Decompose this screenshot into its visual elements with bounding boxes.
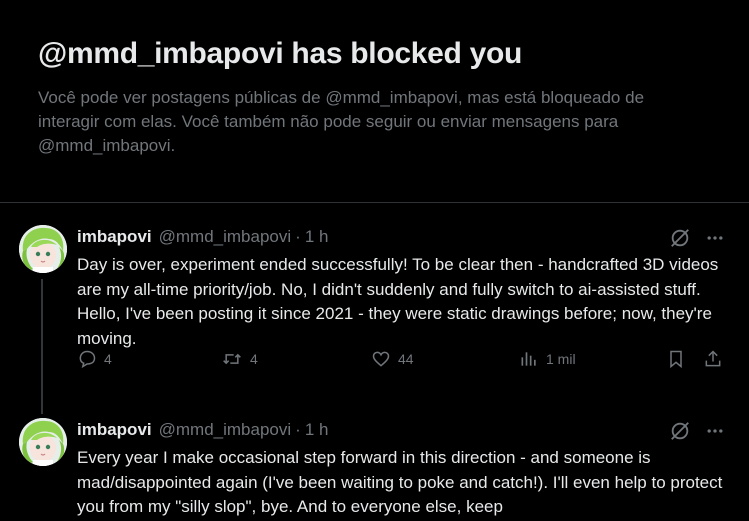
timestamp[interactable]: 1 h: [305, 227, 329, 247]
separator-dot: ·: [295, 420, 301, 439]
grok-icon[interactable]: [669, 420, 691, 447]
author-name[interactable]: imbapovi: [77, 420, 152, 440]
timestamp[interactable]: 1 h: [305, 420, 329, 440]
author-handle[interactable]: @mmd_imbapovi: [159, 227, 292, 247]
share-icon: [703, 349, 723, 369]
views-count: 1 mil: [546, 351, 576, 367]
heart-icon: [371, 349, 391, 369]
tweet-text: Day is over, experiment ended successful…: [77, 255, 719, 348]
bookmark-button[interactable]: [666, 349, 686, 369]
tweet-header: imbapovi @mmd_imbapovi · 1 h: [77, 418, 721, 442]
retweet-icon: [221, 349, 243, 369]
author-name[interactable]: imbapovi: [77, 227, 152, 247]
reply-button[interactable]: 4: [77, 349, 112, 369]
views-button[interactable]: 1 mil: [519, 349, 576, 369]
like-count: 44: [398, 351, 414, 367]
author-handle[interactable]: @mmd_imbapovi: [159, 420, 292, 440]
tweet-text: Every year I make occasional step forwar…: [77, 448, 723, 516]
avatar[interactable]: [19, 418, 67, 466]
tweet-actions: 4 4 44 1 mil: [77, 349, 727, 375]
profile-page: @mmd_imbapovi has blocked you Você pode …: [0, 0, 749, 521]
separator-dot: ·: [295, 227, 301, 246]
tweet-header-actions: [669, 420, 725, 447]
more-icon[interactable]: [705, 228, 725, 253]
bookmark-icon: [666, 349, 686, 369]
blocked-title: @mmd_imbapovi has blocked you: [38, 37, 523, 70]
blocked-notice: @mmd_imbapovi has blocked you Você pode …: [0, 0, 749, 203]
thread-connector: [41, 279, 43, 414]
blocked-description: Você pode ver postagens públicas de @mmd…: [38, 88, 645, 155]
like-button[interactable]: 44: [371, 349, 414, 369]
views-icon: [519, 349, 539, 369]
tweet-header-actions: [669, 227, 725, 254]
retweet-button[interactable]: 4: [221, 349, 258, 369]
share-button[interactable]: [703, 349, 723, 369]
grok-icon[interactable]: [669, 227, 691, 254]
tweet[interactable]: imbapovi @mmd_imbapovi · 1 h Day is over…: [0, 203, 749, 414]
reply-count: 4: [104, 351, 112, 367]
more-icon[interactable]: [705, 421, 725, 446]
avatar[interactable]: [19, 225, 67, 273]
tweet[interactable]: imbapovi @mmd_imbapovi · 1 h Every year …: [0, 398, 749, 520]
reply-icon: [77, 349, 97, 369]
tweet-header: imbapovi @mmd_imbapovi · 1 h: [77, 225, 721, 249]
retweet-count: 4: [250, 351, 258, 367]
